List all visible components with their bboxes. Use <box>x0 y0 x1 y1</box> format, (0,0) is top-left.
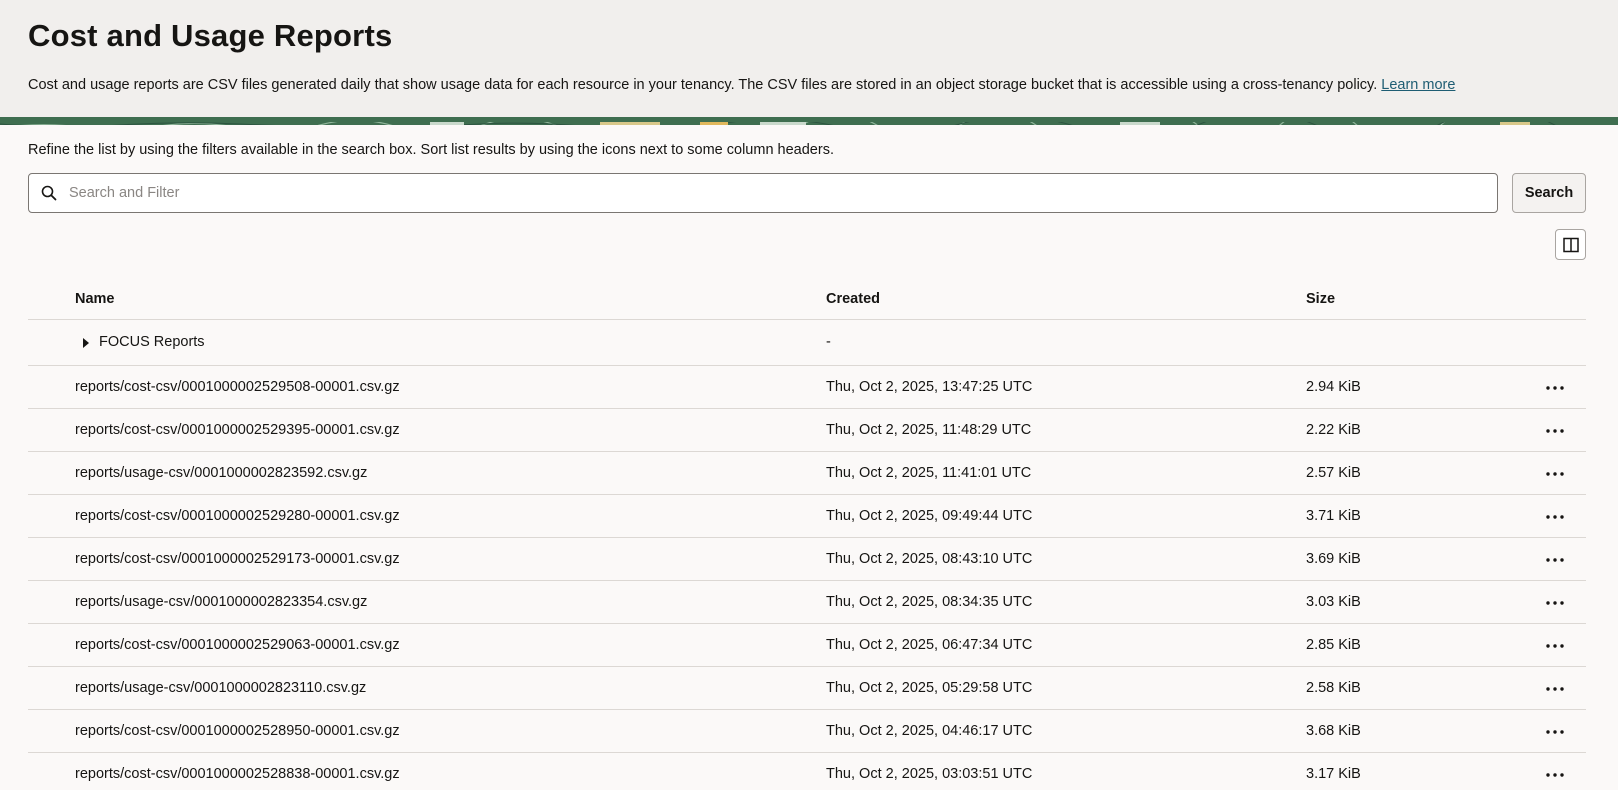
more-actions-icon <box>1546 730 1564 734</box>
search-input[interactable] <box>69 174 1497 212</box>
file-name-link[interactable]: reports/usage-csv/0001000002823354.csv.g… <box>75 594 367 610</box>
column-header-name[interactable]: Name <box>75 291 115 307</box>
folder-row[interactable]: FOCUS Reports - <box>28 320 1586 366</box>
created-date: Thu, Oct 2, 2025, 06:47:34 UTC <box>826 637 1033 653</box>
row-actions-button[interactable] <box>1542 766 1568 784</box>
column-header-created[interactable]: Created <box>826 291 880 307</box>
file-name-link[interactable]: reports/cost-csv/0001000002529508-00001.… <box>75 379 400 395</box>
filter-hint: Refine the list by using the filters ava… <box>28 142 834 158</box>
created-date: Thu, Oct 2, 2025, 11:48:29 UTC <box>826 422 1032 438</box>
table-row: reports/cost-csv/0001000002529395-00001.… <box>28 409 1586 452</box>
more-actions-icon <box>1546 687 1564 691</box>
file-name-link[interactable]: reports/cost-csv/0001000002529395-00001.… <box>75 422 400 438</box>
more-actions-icon <box>1546 601 1564 605</box>
created-date: Thu, Oct 2, 2025, 11:41:01 UTC <box>826 465 1032 481</box>
row-actions-button[interactable] <box>1542 680 1568 698</box>
file-size: 3.68 KiB <box>1306 723 1361 739</box>
columns-icon <box>1562 237 1579 252</box>
created-date: Thu, Oct 2, 2025, 08:43:10 UTC <box>826 551 1033 567</box>
file-size: 3.03 KiB <box>1306 594 1361 610</box>
file-size: 3.17 KiB <box>1306 766 1361 782</box>
created-date: Thu, Oct 2, 2025, 05:29:58 UTC <box>826 680 1033 696</box>
search-icon <box>29 185 69 201</box>
file-size: 2.85 KiB <box>1306 637 1361 653</box>
learn-more-link[interactable]: Learn more <box>1381 77 1455 93</box>
page-description-text: Cost and usage reports are CSV files gen… <box>28 77 1378 93</box>
expand-caret-icon[interactable] <box>80 336 92 350</box>
more-actions-icon <box>1546 773 1564 777</box>
file-name-link[interactable]: reports/cost-csv/0001000002529063-00001.… <box>75 637 400 653</box>
page-title: Cost and Usage Reports <box>28 18 393 53</box>
page-description: Cost and usage reports are CSV files gen… <box>28 77 1455 93</box>
file-name-link[interactable]: reports/cost-csv/0001000002528950-00001.… <box>75 723 400 739</box>
file-name-link[interactable]: reports/cost-csv/0001000002529280-00001.… <box>75 508 400 524</box>
file-name-link[interactable]: reports/usage-csv/0001000002823592.csv.g… <box>75 465 367 481</box>
file-size: 2.94 KiB <box>1306 379 1361 395</box>
more-actions-icon <box>1546 386 1564 390</box>
table-row: reports/cost-csv/0001000002529280-00001.… <box>28 495 1586 538</box>
folder-created: - <box>826 334 831 350</box>
row-actions-button[interactable] <box>1542 551 1568 569</box>
file-size: 3.71 KiB <box>1306 508 1361 524</box>
more-actions-icon <box>1546 429 1564 433</box>
table-row: reports/usage-csv/0001000002823354.csv.g… <box>28 581 1586 624</box>
created-date: Thu, Oct 2, 2025, 08:34:35 UTC <box>826 594 1033 610</box>
reports-table: Name Created Size FOCUS Reports - report… <box>28 280 1586 790</box>
table-row: reports/cost-csv/0001000002529173-00001.… <box>28 538 1586 581</box>
more-actions-icon <box>1546 515 1564 519</box>
decorative-banner <box>0 117 1618 125</box>
banner-pattern <box>0 117 1618 125</box>
column-header-size[interactable]: Size <box>1306 291 1335 307</box>
more-actions-icon <box>1546 644 1564 648</box>
row-actions-button[interactable] <box>1542 422 1568 440</box>
table-row: reports/usage-csv/0001000002823592.csv.g… <box>28 452 1586 495</box>
table-header: Name Created Size <box>28 280 1586 320</box>
row-actions-button[interactable] <box>1542 379 1568 397</box>
table-row: reports/cost-csv/0001000002529063-00001.… <box>28 624 1586 667</box>
row-actions-button[interactable] <box>1542 637 1568 655</box>
file-name-link[interactable]: reports/cost-csv/0001000002529173-00001.… <box>75 551 400 567</box>
file-size: 2.58 KiB <box>1306 680 1361 696</box>
folder-name[interactable]: FOCUS Reports <box>99 334 205 350</box>
created-date: Thu, Oct 2, 2025, 09:49:44 UTC <box>826 508 1033 524</box>
table-row: reports/cost-csv/0001000002528838-00001.… <box>28 753 1586 790</box>
row-actions-button[interactable] <box>1542 465 1568 483</box>
table-row: reports/cost-csv/0001000002529508-00001.… <box>28 366 1586 409</box>
search-button[interactable]: Search <box>1512 173 1586 213</box>
file-name-link[interactable]: reports/usage-csv/0001000002823110.csv.g… <box>75 680 366 696</box>
created-date: Thu, Oct 2, 2025, 04:46:17 UTC <box>826 723 1033 739</box>
more-actions-icon <box>1546 472 1564 476</box>
file-size: 2.22 KiB <box>1306 422 1361 438</box>
row-actions-button[interactable] <box>1542 723 1568 741</box>
row-actions-button[interactable] <box>1542 594 1568 612</box>
row-actions-button[interactable] <box>1542 508 1568 526</box>
manage-columns-button[interactable] <box>1555 229 1586 260</box>
created-date: Thu, Oct 2, 2025, 03:03:51 UTC <box>826 766 1033 782</box>
search-field[interactable] <box>28 173 1498 213</box>
file-size: 2.57 KiB <box>1306 465 1361 481</box>
table-row: reports/usage-csv/0001000002823110.csv.g… <box>28 667 1586 710</box>
file-size: 3.69 KiB <box>1306 551 1361 567</box>
table-row: reports/cost-csv/0001000002528950-00001.… <box>28 710 1586 753</box>
created-date: Thu, Oct 2, 2025, 13:47:25 UTC <box>826 379 1033 395</box>
more-actions-icon <box>1546 558 1564 562</box>
file-name-link[interactable]: reports/cost-csv/0001000002528838-00001.… <box>75 766 400 782</box>
page-header: Cost and Usage Reports Cost and usage re… <box>0 0 1618 117</box>
